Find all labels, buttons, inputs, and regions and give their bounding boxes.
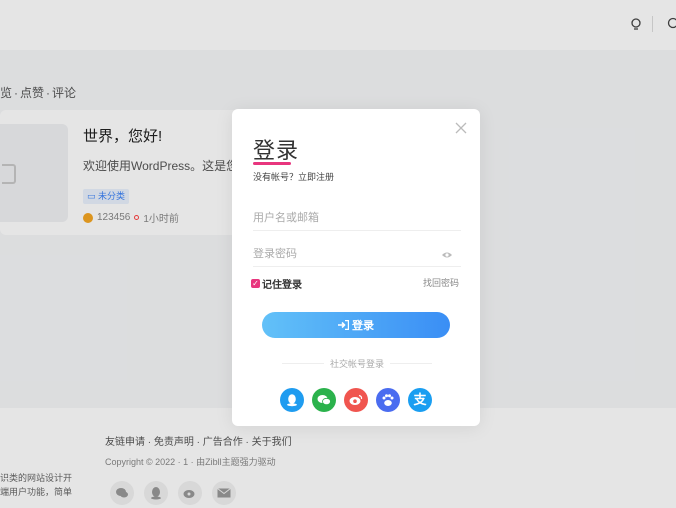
weibo-icon <box>349 394 363 405</box>
forgot-password-link[interactable]: 找回密码 <box>423 276 459 289</box>
alipay-icon: 支 <box>413 392 427 408</box>
close-icon[interactable] <box>454 121 468 135</box>
modal-title: 登录 <box>253 138 300 163</box>
password-input[interactable] <box>253 241 461 267</box>
remember-checkbox[interactable]: ✓ 记住登录 <box>251 276 302 291</box>
login-button[interactable]: 登录 <box>262 312 450 338</box>
eye-icon[interactable] <box>441 250 453 260</box>
register-link[interactable]: 没有帐号？立即注册 <box>253 170 334 183</box>
social-login-title: 社交帐号登录 <box>282 357 432 370</box>
baidu-icon <box>382 393 394 406</box>
checkmark-icon: ✓ <box>251 279 260 288</box>
remember-label: 记住登录 <box>262 280 302 291</box>
wechat-icon <box>317 395 331 406</box>
qq-icon <box>287 394 297 407</box>
username-input[interactable] <box>253 205 461 231</box>
login-icon <box>338 320 349 330</box>
title-underline <box>253 162 291 165</box>
baidu-login-button[interactable] <box>376 388 400 412</box>
weibo-login-button[interactable] <box>344 388 368 412</box>
qq-login-button[interactable] <box>280 388 304 412</box>
wechat-login-button[interactable] <box>312 388 336 412</box>
alipay-login-button[interactable]: 支 <box>408 388 432 412</box>
